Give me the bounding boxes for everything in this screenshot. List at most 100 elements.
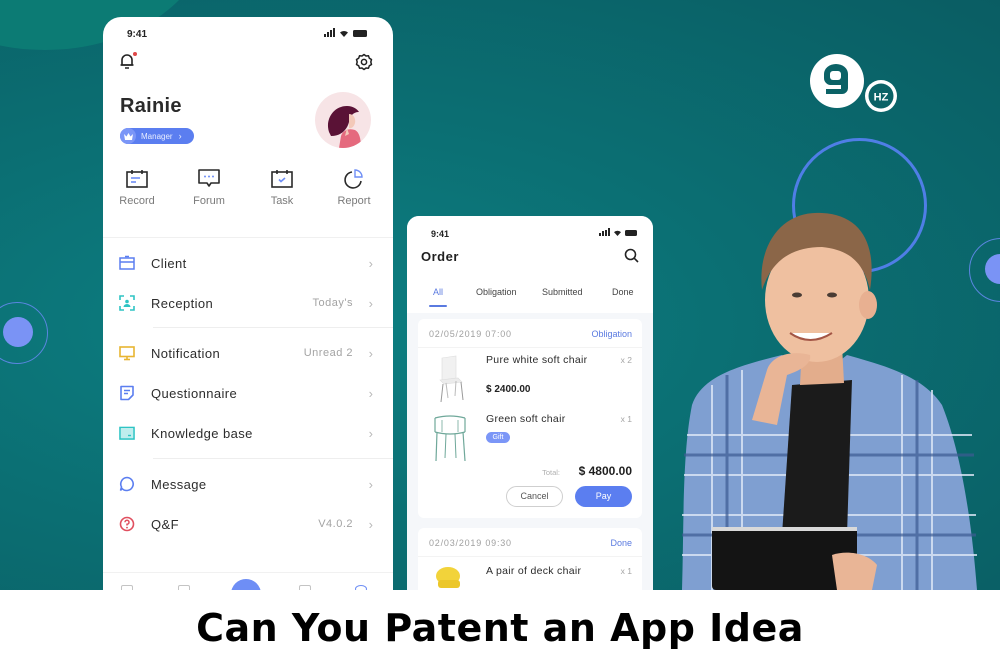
order-total: $ 4800.00 xyxy=(578,464,632,478)
menu-item-label: Knowledge base xyxy=(151,425,253,441)
order-status: Obligation xyxy=(591,329,632,339)
wifi-icon xyxy=(614,230,621,236)
quick-action-label: Forum xyxy=(193,195,225,207)
quick-action-task[interactable]: Task xyxy=(252,169,312,207)
product-name: Pure white soft chair xyxy=(486,354,588,366)
gear-icon[interactable] xyxy=(355,53,373,71)
pie-chart-icon xyxy=(344,169,363,189)
signal-icon xyxy=(599,228,610,236)
help-circle-icon xyxy=(119,516,135,532)
menu-item-label: Client xyxy=(151,255,187,271)
menu-item-reception[interactable]: Reception Today's › xyxy=(103,283,393,323)
quick-action-label: Record xyxy=(119,195,155,207)
menu-divider xyxy=(153,458,393,459)
quick-actions: Record Forum Task Report xyxy=(103,169,393,219)
pay-button[interactable]: Pay xyxy=(575,486,632,507)
menu-item-label: Questionnaire xyxy=(151,385,238,401)
product-quantity: x 1 xyxy=(620,566,632,576)
crown-icon xyxy=(120,128,136,144)
menu-item-knowledge-base[interactable]: Knowledge base › xyxy=(103,413,393,453)
menu-item-client[interactable]: Client › xyxy=(103,243,393,283)
profile-phone-mockup: 9:41 Rainie Manager › Record Forum Task … xyxy=(103,17,393,590)
order-card[interactable]: 02/05/2019 07:00 Obligation Pure white s… xyxy=(418,319,642,518)
product-quantity: x 1 xyxy=(620,414,632,424)
order-phone-mockup: 9:41 Order All Obligation Submitted Done… xyxy=(407,216,653,590)
menu-item-label: Reception xyxy=(151,295,214,311)
card-divider xyxy=(418,347,642,348)
menu-item-questionnaire[interactable]: Questionnaire › xyxy=(103,373,393,413)
calendar-note-icon xyxy=(126,170,148,188)
gift-tag: Gift xyxy=(486,432,510,443)
logo-suffix: HZ xyxy=(874,92,889,104)
tab-obligation[interactable]: Obligation xyxy=(476,287,517,297)
cancel-button[interactable]: Cancel xyxy=(506,486,563,507)
headline: Can You Patent an App Idea xyxy=(196,606,804,650)
battery-icon xyxy=(625,230,637,236)
chevron-right-icon: › xyxy=(368,425,373,441)
chevron-right-icon: › xyxy=(368,385,373,401)
order-card[interactable]: 02/03/2019 09:30 Done A pair of deck cha… xyxy=(418,528,642,590)
menu-item-label: Q&F xyxy=(151,516,179,532)
menu-item-value: Today's xyxy=(312,297,353,309)
quick-action-label: Task xyxy=(270,195,294,207)
chevron-right-icon: › xyxy=(368,255,373,271)
calendar-check-icon xyxy=(271,170,293,188)
chevron-right-icon: › xyxy=(178,131,182,141)
order-status: Done xyxy=(610,538,632,548)
chevron-right-icon: › xyxy=(368,345,373,361)
menu-item-value: Unread 2 xyxy=(303,347,353,359)
headline-footer: Can You Patent an App Idea xyxy=(0,590,1000,672)
hero-banner: 9:41 Rainie Manager › Record Forum Task … xyxy=(0,0,1000,590)
menu-item-value: V4.0.2 xyxy=(318,518,353,530)
role-badge[interactable]: Manager › xyxy=(120,128,194,144)
tab-all[interactable]: All xyxy=(433,287,443,297)
signal-icon xyxy=(324,28,335,37)
quick-action-forum[interactable]: Forum xyxy=(179,169,239,207)
status-time: 9:41 xyxy=(431,229,450,239)
avatar[interactable] xyxy=(315,92,371,148)
order-date: 02/05/2019 07:00 xyxy=(429,329,512,339)
quick-action-record[interactable]: Record xyxy=(107,169,167,207)
search-icon[interactable] xyxy=(624,248,639,263)
white-chair-image xyxy=(439,355,464,403)
menu-item-notification[interactable]: Notification Unread 2 › xyxy=(103,333,393,373)
menu-item-message[interactable]: Message › xyxy=(103,464,393,504)
brand-logo[interactable]: HZ xyxy=(808,52,900,114)
menu-divider xyxy=(153,327,393,328)
notification-dot xyxy=(133,52,137,56)
menu-item-label: Notification xyxy=(151,345,221,361)
monitor-icon xyxy=(119,346,135,361)
product-name: Green soft chair xyxy=(486,413,566,425)
menu-item-label: Message xyxy=(151,476,207,492)
status-time: 9:41 xyxy=(127,29,148,40)
battery-icon xyxy=(353,30,367,37)
tab-submitted[interactable]: Submitted xyxy=(542,287,583,297)
wifi-icon xyxy=(340,30,348,37)
folder-icon xyxy=(119,426,135,440)
tab-done[interactable]: Done xyxy=(612,287,634,297)
green-chair-image xyxy=(434,415,466,462)
yellow-deck-chair-image xyxy=(436,567,460,588)
total-label: Total: xyxy=(542,468,560,477)
product-price: $ 2400.00 xyxy=(486,384,531,395)
product-name: A pair of deck chair xyxy=(486,565,582,577)
person-with-tablet-image xyxy=(682,212,977,590)
decorative-dot-left xyxy=(3,317,33,347)
scan-face-icon xyxy=(119,295,135,311)
status-bar: 9:41 xyxy=(103,17,393,47)
menu-item-qf[interactable]: Q&F V4.0.2 › xyxy=(103,504,393,544)
order-date: 02/03/2019 09:30 xyxy=(429,538,512,548)
quick-action-label: Report xyxy=(337,195,371,207)
quick-action-report[interactable]: Report xyxy=(324,169,384,207)
chevron-right-icon: › xyxy=(368,516,373,532)
active-tab-indicator xyxy=(429,305,447,307)
briefcase-icon xyxy=(119,255,135,270)
tab-center-add-button[interactable] xyxy=(231,579,261,590)
order-header: 9:41 Order All Obligation Submitted Done xyxy=(407,216,653,313)
card-divider xyxy=(418,556,642,557)
bottom-tab-bar xyxy=(103,572,393,590)
product-quantity: x 2 xyxy=(620,355,632,365)
message-circle-icon xyxy=(119,476,134,492)
chat-bubble-icon xyxy=(198,169,220,187)
page-title: Order xyxy=(421,249,459,264)
